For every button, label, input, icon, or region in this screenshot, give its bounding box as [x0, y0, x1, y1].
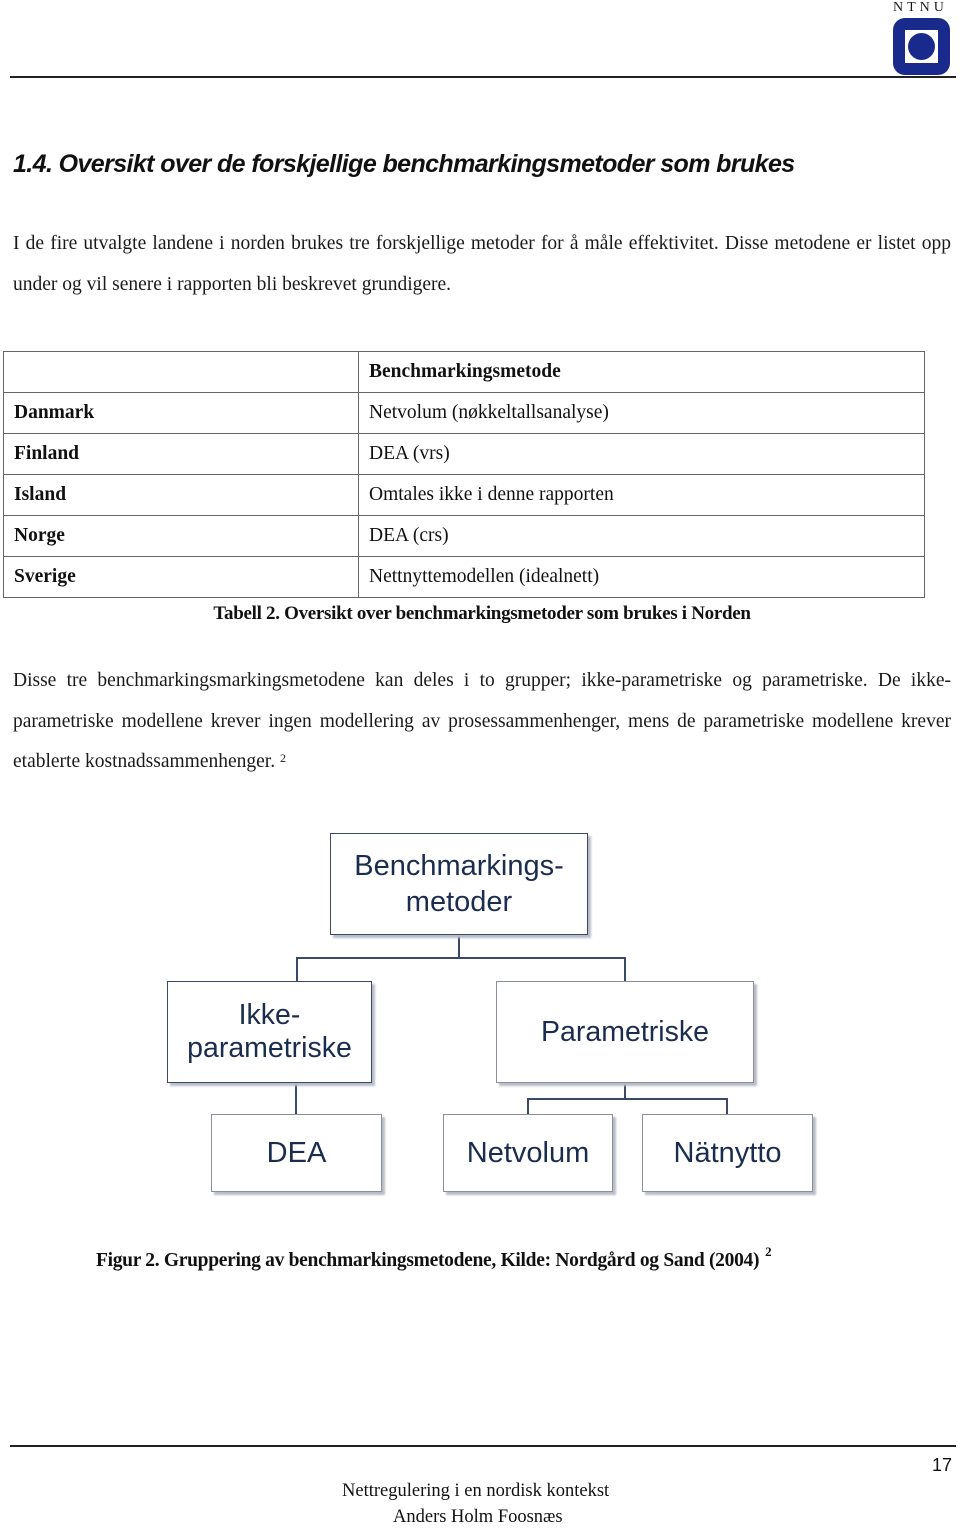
footnote-ref: 2	[279, 751, 286, 765]
country-cell: Island	[3, 474, 359, 516]
method-cell: Nettnyttemodellen (idealnett)	[358, 556, 925, 598]
country-cell: Sverige	[3, 556, 359, 598]
connector-to-netvolum	[527, 1098, 529, 1114]
section-heading: 1.4. Oversikt over de forskjellige bench…	[13, 150, 795, 178]
connector-level2-bar	[527, 1098, 727, 1100]
node-label: DEA	[266, 1136, 327, 1169]
figure-footnote-ref: 2	[765, 1244, 772, 1259]
country-cell: Norge	[3, 515, 359, 557]
node-ikke-parametriske: Ikke-parametriske	[167, 981, 372, 1083]
benchmarking-table: Benchmarkingsmetode Danmark Netvolum (nø…	[3, 351, 925, 598]
node-label: Netvolum	[466, 1136, 590, 1169]
body-paragraph-text: Disse tre benchmarkingsmarkingsmetodene …	[13, 670, 951, 772]
figure-caption-text: Figur 2. Gruppering av benchmarkingsmeto…	[96, 1250, 760, 1271]
method-cell: DEA (crs)	[358, 515, 925, 557]
node-netvolum: Netvolum	[443, 1114, 613, 1192]
connector-to-ikke	[296, 957, 298, 981]
table-caption: Tabell 2. Oversikt over benchmarkingsmet…	[0, 603, 960, 625]
connector-param-down	[624, 1081, 626, 1098]
table-header-row: Benchmarkingsmetode	[3, 351, 925, 393]
method-cell: Netvolum (nøkkeltallsanalyse)	[358, 392, 925, 434]
table-header-method: Benchmarkingsmetode	[358, 351, 925, 393]
connector-to-parametriske	[624, 957, 626, 981]
node-dea: DEA	[211, 1114, 382, 1192]
method-cell: Omtales ikke i denne rapporten	[358, 474, 925, 516]
footer-author: Anders Holm Foosnæs	[393, 1507, 563, 1527]
intro-paragraph: I de fire utvalgte landene i norden bruk…	[13, 233, 951, 295]
body-paragraph: Disse tre benchmarkingsmarkingsmetodene …	[13, 661, 951, 783]
country-cell: Finland	[3, 433, 359, 475]
table-row: Danmark Netvolum (nøkkeltallsanalyse)	[3, 392, 925, 434]
ntnu-logo-icon	[893, 18, 950, 75]
country-cell: Danmark	[3, 392, 359, 434]
node-benchmarkingsmetoder: Benchmarkings- metoder	[330, 833, 588, 935]
node-label: Parametriske	[541, 1015, 709, 1048]
footer-title: Nettregulering i en nordisk kontekst	[342, 1481, 610, 1501]
node-label: Ikke-parametriske	[187, 999, 352, 1064]
ntnu-wordmark: NTNU	[893, 0, 948, 15]
table-row: Sverige Nettnyttemodellen (idealnett)	[3, 556, 925, 598]
node-label: Nätnytto	[673, 1136, 782, 1169]
connector-ikke-to-dea	[295, 1081, 297, 1114]
figure-caption: Figur 2. Gruppering av benchmarkingsmeto…	[96, 1244, 772, 1272]
page-number: 17	[932, 1455, 953, 1475]
connector-to-natnytto	[726, 1098, 728, 1114]
node-parametriske: Parametriske	[496, 981, 754, 1083]
footer-rule	[10, 1445, 956, 1447]
logo-circle	[908, 33, 935, 60]
method-cell: DEA (vrs)	[358, 433, 925, 475]
header-rule	[10, 76, 956, 78]
table-row: Norge DEA (crs)	[3, 515, 925, 557]
connector-root-down	[458, 933, 460, 957]
table-row: Finland DEA (vrs)	[3, 433, 925, 475]
table-row: Island Omtales ikke i denne rapporten	[3, 474, 925, 516]
table-caption-text: Tabell 2. Oversikt over benchmarkingsmet…	[213, 603, 751, 624]
connector-level1-bar	[296, 957, 625, 959]
node-root-line2: metoder	[405, 886, 513, 918]
node-natnytto: Nätnytto	[642, 1114, 813, 1192]
node-root-line1: Benchmarkings-	[354, 850, 564, 882]
table-header-country	[3, 351, 359, 393]
